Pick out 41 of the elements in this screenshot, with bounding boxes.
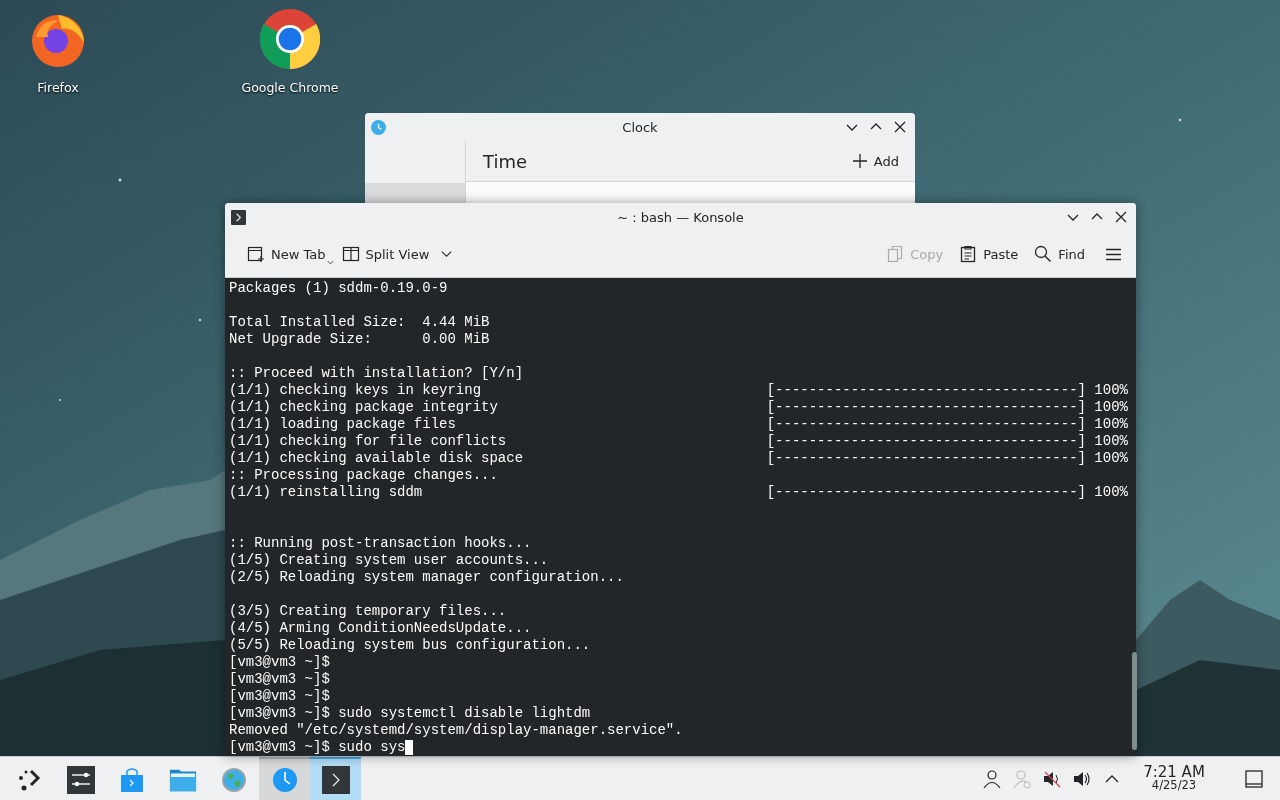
terminal-line: :: Processing package changes... [229,467,498,484]
window-title: ~ : bash — Konsole [616,209,745,225]
terminal-line: :: Proceed with installation? [Y/n] [229,365,524,382]
terminal-line: (1/1) reinstalling sddm [229,484,424,501]
terminal-line: (2/5) Reloading system manager configuration... [229,569,624,586]
toolbar-button[interactable]: Paste [953,241,1025,267]
terminal-line: Removed "/etc/systemd/system/display-manager.service". [229,722,683,739]
terminal-line: (1/1) loading package files [229,416,457,433]
terminal-line: (3/5) Creating temporary files... [229,603,507,620]
progress-text: [------------------------------------] 100% [766,382,1128,399]
terminal-line: :: Running post-transaction hooks... [229,535,532,552]
terminal-line: (4/5) Arming ConditionNeedsUpdate... [229,620,532,637]
add-button[interactable]: Add [849,151,901,171]
terminal-line: [vm3@vm3 ~]$ [229,688,330,705]
desktop-icon-label[interactable]: Google Chrome [241,80,339,95]
toolbar-button[interactable]: Find [1028,241,1091,267]
terminal-line: (5/5) Reloading system bus configuration... [229,637,591,654]
page-heading: Time [483,150,528,172]
terminal-line: (1/1) checking package integrity [229,399,499,416]
terminal-line: [vm3@vm3 ~]$ sudo systemctl disable lightdm [229,705,591,722]
terminal-line: (1/1) checking for file conflicts [229,433,508,450]
terminal-line: (1/5) Creating system user accounts... [229,552,549,569]
progress-text: [------------------------------------] 100% [766,416,1128,433]
progress-text: [------------------------------------] 100% [766,484,1128,501]
terminal-line: [vm3@vm3 ~]$ [229,654,330,671]
desktop-icon-label[interactable]: Firefox [37,80,79,95]
terminal-line: (1/1) checking keys in keyring [229,382,483,399]
progress-text: [------------------------------------] 100% [766,433,1128,450]
terminal-line: Net Upgrade Size: 0.00 MiB [229,331,490,348]
progress-text: [------------------------------------] 100% [766,399,1128,416]
toolbar-button[interactable]: New Tab [241,241,332,267]
terminal-line: Packages (1) sddm-0.19.0-9 [229,280,448,297]
terminal-line: Total Installed Size: 4.44 MiB [229,314,490,331]
progress-text: [------------------------------------] 100% [766,450,1128,467]
terminal-line: [vm3@vm3 ~]$ [229,671,330,688]
clock-time[interactable]: 7:21 AM [1143,765,1205,781]
command-line: [vm3@vm3 ~]$ sudo sys [229,739,406,756]
window-title: Clock [621,119,659,135]
toolbar-button[interactable]: Split View [335,241,459,267]
clock-date[interactable]: 4/25/23 [1151,780,1197,792]
terminal-line: (1/1) checking available disk space [229,450,525,467]
